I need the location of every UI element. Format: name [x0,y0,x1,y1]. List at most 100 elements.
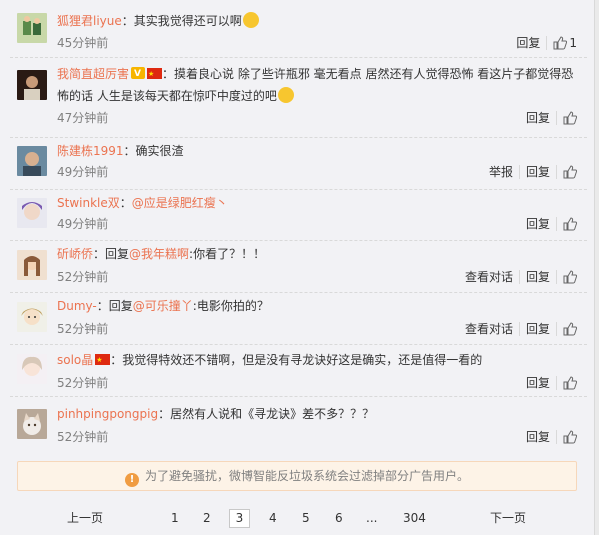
comment-item: Stwinkle双：@应是绿肥红瘦丶 49分钟前 回复 [0,190,595,241]
reply-button[interactable]: 回复 [510,36,546,50]
comment-text: 斫峤侨：回复@我年糕啊:你看了？！！ [57,243,581,265]
username-link[interactable]: pinhpingpongpig [57,407,158,421]
page-3-current[interactable]: 3 [229,509,250,528]
timestamp: 45分钟前 [57,36,109,50]
avatar[interactable] [17,354,47,384]
comment-actions: 回复 [520,376,583,390]
comment-content-line2: 怖的话 人生是该每天都在惊吓中度过的吧 [57,89,277,103]
comment-content: ：摸着良心说 除了些许瓶邪 毫无看点 居然还有人觉得恐怖 看这片子都觉得恐 [162,67,574,81]
username-link[interactable]: 狐狸君liyue [57,14,122,28]
comment-item: solo晶 ：我觉得特效还不错啊，但是没有寻龙诀好这是确实，还是值得一看的 52分… [0,345,595,397]
comment-actions: 查看对话 回复 [459,322,583,336]
avatar[interactable] [17,70,47,100]
comment-actions: 回复 1 [510,36,583,50]
next-page-button[interactable]: 下一页 [490,511,526,525]
comment-content-tail: :你看了？！！ [189,247,266,261]
comment-item: 狐狸君liyue：其实我觉得还可以啊 45分钟前 回复 1 [0,0,595,58]
like-count: 1 [569,36,577,50]
page-5[interactable]: 5 [302,511,310,525]
thinking-emoji-icon [277,87,294,103]
page-304[interactable]: 304 [403,511,426,525]
like-button[interactable] [556,430,583,444]
report-button[interactable]: 举报 [483,165,519,179]
comment-text: solo晶 ：我觉得特效还不错啊，但是没有寻龙诀好这是确实，还是值得一看的 [57,349,581,371]
timestamp: 49分钟前 [57,217,109,231]
page-4[interactable]: 4 [269,511,277,525]
comment-content-tail: :电影你拍的？ [192,299,269,313]
timestamp: 52分钟前 [57,430,109,444]
comment-content: ：回复 [96,299,133,313]
page-ellipsis: ... [366,511,378,525]
username-link[interactable]: Stwinkle双 [57,196,120,210]
timestamp: 52分钟前 [57,270,109,284]
timestamp: 47分钟前 [57,111,109,125]
like-button[interactable]: 1 [546,36,583,50]
laugh-cry-emoji-icon [242,12,259,28]
comment-item: Dumy-：回复@可乐撞丫:电影你拍的？ 52分钟前 查看对话 回复 [0,293,595,345]
comment-actions: 回复 [520,111,583,125]
comment-text: pinhpingpongpig：居然有人说和《寻龙诀》差不多？？？ [57,403,581,425]
comment-text: Dumy-：回复@可乐撞丫:电影你拍的？ [57,295,581,317]
avatar[interactable] [17,13,47,43]
thumb-up-icon [563,322,577,336]
thumb-up-icon [563,376,577,390]
page-6[interactable]: 6 [335,511,343,525]
comment-text: 狐狸君liyue：其实我觉得还可以啊 [57,10,581,32]
reply-button[interactable]: 回复 [518,270,556,284]
like-button[interactable] [556,322,583,336]
username-link[interactable]: 斫峤侨 [57,247,93,261]
reply-button[interactable]: 回复 [518,165,556,179]
comment-panel: 狐狸君liyue：其实我觉得还可以啊 45分钟前 回复 1 我简直超厉害 ：摸着良… [0,0,595,535]
avatar[interactable] [17,302,47,332]
reply-button[interactable]: 回复 [520,111,556,125]
notice-text: 为了避免骚扰，微博智能反垃圾系统会过滤掉部分广告用户。 [144,469,469,483]
comment-text: Stwinkle双：@应是绿肥红瘦丶 [57,192,581,214]
thumb-up-icon [563,111,577,125]
username-link[interactable]: solo晶 [57,353,93,367]
comment-text: 我简直超厉害 ：摸着良心说 除了些许瓶邪 毫无看点 居然还有人觉得恐怖 看这片子都… [57,63,581,107]
username-link[interactable]: 我简直超厉害 [57,67,129,81]
avatar[interactable] [17,409,47,439]
like-button[interactable] [556,270,583,284]
username-link[interactable]: Dumy- [57,299,97,313]
thumb-up-icon [563,270,577,284]
pagination: 上一页 1 2 3 4 5 6 ... 304 下一页 [0,505,595,531]
timestamp: 49分钟前 [57,165,109,179]
anti-spam-notice: ! 为了避免骚扰，微博智能反垃圾系统会过滤掉部分广告用户。 [17,461,577,491]
view-conversation-button[interactable]: 查看对话 [459,322,519,336]
reply-button[interactable]: 回复 [520,430,556,444]
comment-actions: 回复 [520,217,583,231]
page-2[interactable]: 2 [203,511,211,525]
username-link[interactable]: 陈建栋1991 [57,144,124,158]
comment-item: pinhpingpongpig：居然有人说和《寻龙诀》差不多？？？ 52分钟前 … [0,397,595,453]
mention-link[interactable]: @可乐撞丫 [133,299,193,313]
reply-button[interactable]: 回复 [520,376,556,390]
mention-link[interactable]: @应是绿肥红瘦丶 [132,196,228,210]
reply-button[interactable]: 回复 [520,217,556,231]
comment-content: ：我觉得特效还不错啊，但是没有寻龙诀好这是确实，还是值得一看的 [110,353,483,367]
like-button[interactable] [556,165,583,179]
comment-content: ：回复 [93,247,130,261]
china-flag-icon [147,63,163,85]
avatar[interactable] [17,198,47,228]
thumb-up-icon [563,217,577,231]
thumb-up-icon [563,430,577,444]
thumb-up-icon [563,165,577,179]
avatar[interactable] [17,250,47,280]
view-conversation-button[interactable]: 查看对话 [459,270,519,284]
china-flag-icon [95,349,111,371]
like-button[interactable] [556,217,583,231]
page-1[interactable]: 1 [171,511,179,525]
prev-page-button[interactable]: 上一页 [67,511,103,525]
comment-content: ： [119,196,132,210]
thumb-up-icon [553,36,568,50]
timestamp: 52分钟前 [57,376,109,390]
timestamp: 52分钟前 [57,322,109,336]
avatar[interactable] [17,146,47,176]
reply-button[interactable]: 回复 [518,322,556,336]
mention-link[interactable]: @我年糕啊 [129,247,189,261]
like-button[interactable] [556,376,583,390]
like-button[interactable] [556,111,583,125]
comment-item: 陈建栋1991：确实很渣 49分钟前 举报 回复 [0,138,595,190]
comment-item: 斫峤侨：回复@我年糕啊:你看了？！！ 52分钟前 查看对话 回复 [0,241,595,293]
